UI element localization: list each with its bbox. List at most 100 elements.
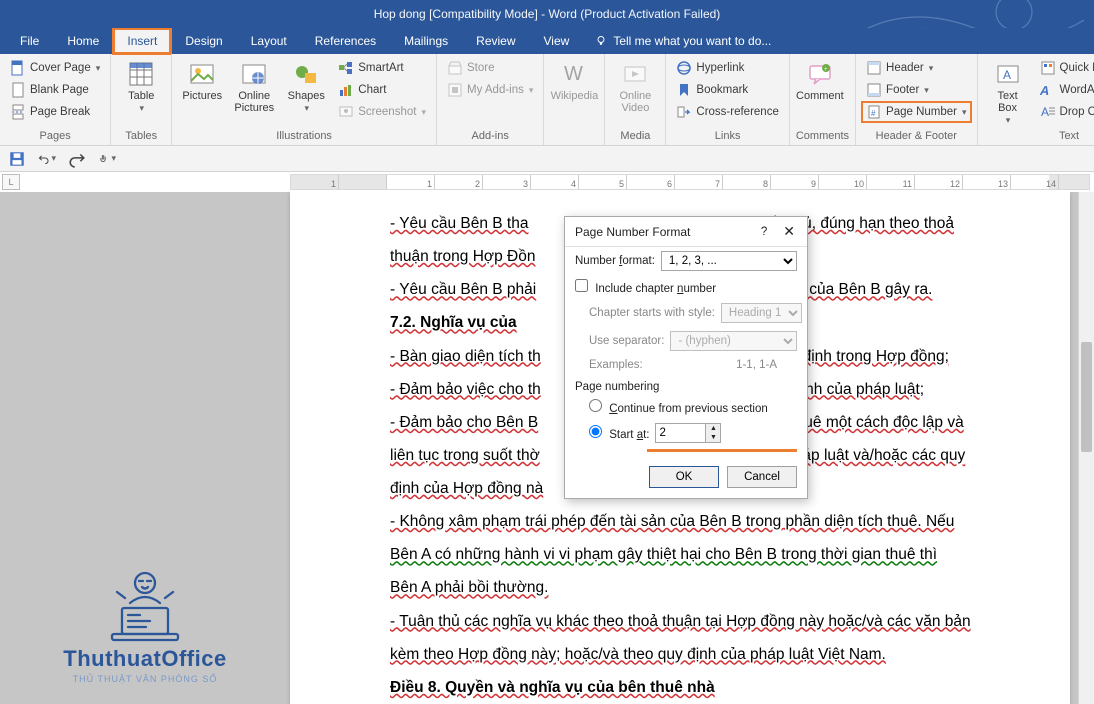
smartart-button[interactable]: SmartArt: [334, 58, 430, 78]
quickparts-icon: [1040, 60, 1056, 76]
group-label-media: Media: [611, 130, 659, 145]
online-pictures-icon: [240, 60, 268, 88]
page-number-format-dialog: Page Number Format ? ✕ Number format: 1,…: [564, 216, 808, 499]
footer-icon: [866, 82, 882, 98]
vertical-scrollbar[interactable]: [1078, 192, 1094, 704]
touch-mode-button[interactable]: ▾: [98, 150, 116, 168]
save-button[interactable]: [8, 150, 26, 168]
scrollbar-thumb[interactable]: [1081, 342, 1092, 452]
number-format-label: Number format:: [575, 255, 655, 267]
wm-name: ThuthuatOffice: [30, 646, 260, 672]
group-label-hf: Header & Footer: [862, 130, 971, 145]
redo-button[interactable]: [68, 150, 86, 168]
tab-references[interactable]: References: [301, 28, 390, 54]
online-pictures-button[interactable]: Online Pictures: [230, 58, 278, 130]
comment-button[interactable]: +Comment: [796, 58, 844, 130]
tab-design[interactable]: Design: [171, 28, 236, 54]
cover-page-button[interactable]: Cover Page▾: [6, 58, 104, 78]
page-number-button[interactable]: #Page Number▾: [862, 102, 971, 122]
tab-home[interactable]: Home: [53, 28, 113, 54]
header-button[interactable]: Header▾: [862, 58, 971, 78]
include-chapter-checkbox[interactable]: Include chapter number: [575, 279, 716, 295]
group-tables: Table▾ Tables: [111, 54, 172, 145]
undo-button[interactable]: ▾: [38, 150, 56, 168]
quick-parts-button[interactable]: Quick Parts▾: [1036, 58, 1094, 78]
tab-mailings[interactable]: Mailings: [390, 28, 462, 54]
watermark-logo: ThuthuatOffice THỦ THUẬT VĂN PHÒNG SỐ: [30, 563, 260, 684]
ruler-ticks: 112 3456 78910 11121314 15161718: [291, 175, 1089, 189]
tab-view[interactable]: View: [530, 28, 584, 54]
cancel-button[interactable]: Cancel: [727, 466, 797, 488]
continue-radio[interactable]: Continue from previous section: [589, 399, 768, 415]
screenshot-icon: [338, 104, 354, 120]
blank-page-button[interactable]: Blank Page: [6, 80, 104, 100]
group-media: Online Video Media: [605, 54, 666, 145]
titlebar-decoration: [864, 0, 1084, 28]
start-at-radio[interactable]: Start at:: [589, 425, 649, 441]
page-number-icon: #: [866, 104, 882, 120]
footer-button[interactable]: Footer▾: [862, 80, 971, 100]
separator-select: - (hyphen): [670, 331, 797, 351]
wikipedia-button[interactable]: WWikipedia: [550, 58, 598, 130]
dropcap-icon: A: [1040, 104, 1056, 120]
tab-insert[interactable]: Insert: [113, 28, 171, 54]
group-label-tables: Tables: [117, 130, 165, 145]
wm-tag: THỦ THUẬT VĂN PHÒNG SỐ: [30, 674, 260, 684]
tab-layout[interactable]: Layout: [237, 28, 301, 54]
blank-page-icon: [10, 82, 26, 98]
shapes-button[interactable]: Shapes▾: [282, 58, 330, 130]
chart-button[interactable]: Chart: [334, 80, 430, 100]
svg-text:A: A: [1041, 105, 1049, 119]
dialog-title: Page Number Format: [575, 225, 690, 239]
shapes-icon: [292, 60, 320, 88]
page-break-button[interactable]: Page Break: [6, 102, 104, 122]
addins-icon: [447, 82, 463, 98]
group-pages: Cover Page▾ Blank Page Page Break Pages: [0, 54, 111, 145]
redo-icon: [68, 150, 86, 168]
textbox-button[interactable]: AText Box▾: [984, 58, 1032, 130]
separator-label: Use separator:: [589, 335, 664, 347]
tab-file[interactable]: File: [6, 28, 53, 54]
textbox-icon: A: [994, 60, 1022, 88]
my-addins-button[interactable]: My Add-ins▾: [443, 80, 537, 100]
store-button[interactable]: Store: [443, 58, 537, 78]
start-at-spinner[interactable]: ▲▼: [655, 423, 721, 443]
group-illustrations: Pictures Online Pictures Shapes▾ SmartAr…: [172, 54, 437, 145]
start-at-input[interactable]: [655, 423, 705, 443]
bookmark-button[interactable]: Bookmark: [672, 80, 782, 100]
ok-button[interactable]: OK: [649, 466, 719, 488]
group-label-wikipedia: [550, 130, 598, 145]
group-label-addins: Add-ins: [443, 130, 537, 145]
tell-me-label: Tell me what you want to do...: [613, 34, 771, 48]
table-icon: [127, 60, 155, 88]
group-header-footer: Header▾ Footer▾ #Page Number▾ Header & F…: [856, 54, 978, 145]
chapter-style-select: Heading 1: [721, 303, 802, 323]
group-label-text: Text: [984, 130, 1094, 145]
pictures-icon: [188, 60, 216, 88]
online-video-button[interactable]: Online Video: [611, 58, 659, 130]
tell-me-search[interactable]: Tell me what you want to do...: [583, 28, 771, 54]
number-format-select[interactable]: 1, 2, 3, ...: [661, 251, 797, 271]
mascot-icon: [90, 563, 200, 643]
tab-review[interactable]: Review: [462, 28, 529, 54]
cross-reference-button[interactable]: Cross-reference: [672, 102, 782, 122]
dialog-help-button[interactable]: ?: [761, 226, 767, 238]
hyperlink-button[interactable]: Hyperlink: [672, 58, 782, 78]
wordart-button[interactable]: AWordArt▾: [1036, 80, 1094, 100]
chart-icon: [338, 82, 354, 98]
examples-value: 1-1, 1-A: [736, 359, 777, 371]
page-numbering-section-label: Page numbering: [565, 375, 807, 395]
spinner-down[interactable]: ▼: [706, 433, 720, 442]
horizontal-ruler[interactable]: 112 3456 78910 11121314 15161718: [290, 174, 1090, 190]
dialog-titlebar[interactable]: Page Number Format ? ✕: [565, 217, 807, 247]
pictures-button[interactable]: Pictures: [178, 58, 226, 130]
window-title: Hop dong [Compatibility Mode] - Word (Pr…: [374, 7, 721, 21]
dropcap-button[interactable]: ADrop Cap▾: [1036, 102, 1094, 122]
dialog-close-button[interactable]: ✕: [779, 223, 799, 240]
table-button[interactable]: Table▾: [117, 58, 165, 130]
screenshot-button[interactable]: Screenshot▾: [334, 102, 430, 122]
tab-selector[interactable]: L: [2, 174, 20, 190]
crossref-icon: [676, 104, 692, 120]
spinner-up[interactable]: ▲: [706, 424, 720, 433]
svg-text:A: A: [1040, 83, 1052, 98]
